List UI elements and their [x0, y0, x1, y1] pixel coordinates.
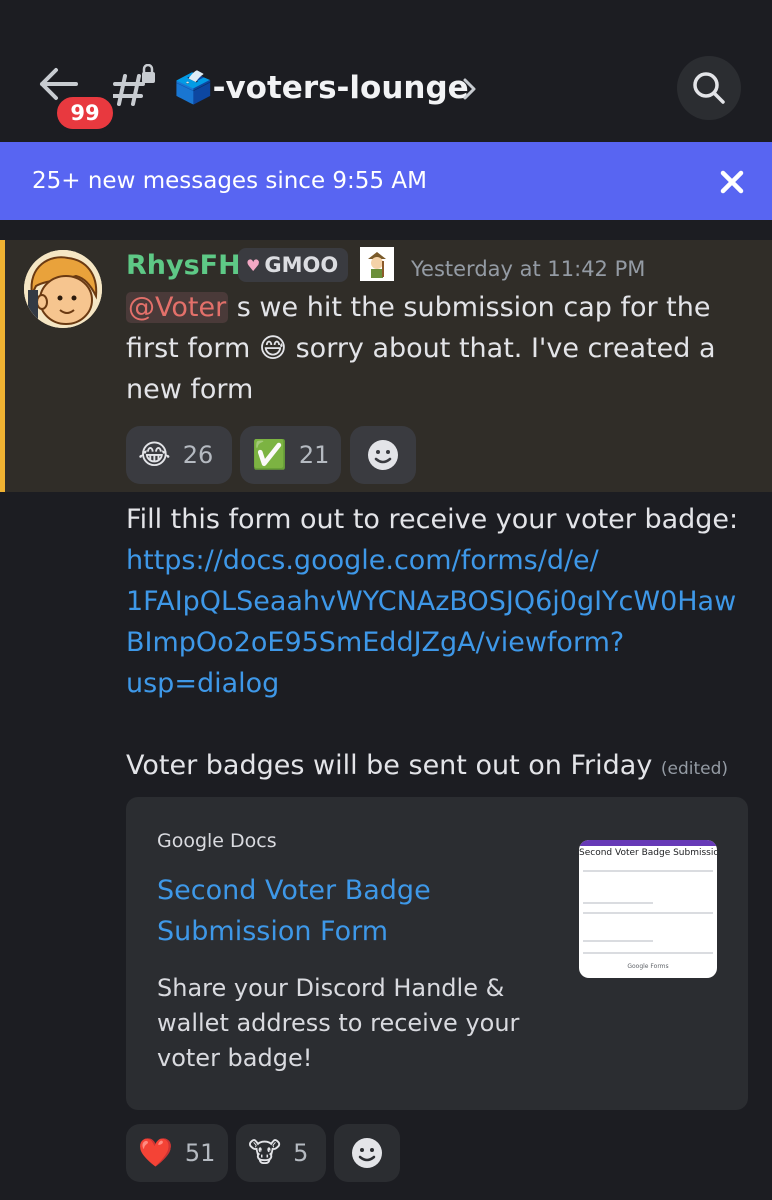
author-name[interactable]: RhysFH — [126, 250, 241, 282]
message-followup: Fill this form out to receive your voter… — [126, 499, 766, 704]
reaction-check[interactable]: ✅ 21 — [240, 426, 341, 484]
message-footer-line: Voter badges will be sent out on Friday … — [126, 745, 728, 790]
avatar[interactable] — [24, 250, 102, 328]
reaction-heart[interactable]: ❤️ 51 — [126, 1124, 228, 1182]
add-reaction-icon — [352, 1138, 382, 1168]
thumbnail-divider — [583, 952, 713, 954]
embed-title[interactable]: Second Voter Badge Submission Form — [157, 870, 457, 952]
reaction-count: 26 — [182, 441, 214, 469]
role-icon[interactable] — [360, 247, 394, 281]
message-body-line: Fill this form out to receive your voter… — [126, 504, 739, 535]
thumbnail-divider — [583, 912, 713, 914]
channel-hash-lock-icon — [113, 64, 155, 106]
check-emoji-icon: ✅ — [252, 438, 287, 471]
unread-badge: 99 — [53, 93, 117, 133]
reaction-count: 51 — [184, 1139, 216, 1167]
guild-tag-label: GMOO — [264, 253, 339, 277]
heart-emoji-icon: ❤️ — [138, 1136, 173, 1169]
reaction-cow[interactable]: 🐮 5 — [236, 1124, 326, 1182]
message-text: @Voter s we hit the submission cap for t… — [126, 287, 746, 410]
embed-provider: Google Docs — [157, 830, 277, 852]
joy-emoji-icon: 😂 — [138, 438, 171, 471]
edited-label: (edited) — [660, 759, 729, 779]
form-link-line[interactable]: 1FAIpQLSeaahvWYCNAzBOSJQ6j0gIYcW0Haw — [126, 581, 766, 622]
footer-text: Voter badges will be sent out on Friday — [126, 750, 653, 781]
embed-thumbnail[interactable]: Second Voter Badge Submission Form Googl… — [579, 840, 717, 978]
search-button[interactable] — [677, 56, 741, 120]
reaction-joy[interactable]: 😂 26 — [126, 426, 232, 484]
user-mention[interactable]: @Voter — [126, 292, 229, 323]
new-messages-bar[interactable]: 25+ new messages since 9:55 AM — [0, 142, 772, 220]
mention-highlight-bar — [0, 240, 5, 492]
add-reaction-button[interactable] — [350, 426, 416, 484]
thumbnail-divider — [583, 870, 713, 872]
thumbnail-field-line — [583, 940, 653, 942]
form-link-line[interactable]: usp=dialog — [126, 663, 766, 704]
thumbnail-title: Second Voter Badge Submission Form — [579, 848, 717, 858]
cow-emoji-icon: 🐮 — [248, 1136, 282, 1169]
close-icon[interactable] — [718, 168, 746, 196]
add-reaction-icon — [368, 440, 398, 470]
message-timestamp: Yesterday at 11:42 PM — [411, 257, 646, 281]
heart-icon: ♥ — [246, 255, 261, 275]
reaction-count: 21 — [298, 441, 330, 469]
reaction-count: 5 — [293, 1139, 309, 1167]
thumbnail-footer: Google Forms — [627, 963, 669, 970]
guild-tag[interactable]: ♥ GMOO — [238, 248, 349, 282]
thumbnail-header-bar — [579, 840, 717, 846]
add-reaction-button[interactable] — [334, 1124, 400, 1182]
chevron-right-icon[interactable] — [462, 76, 478, 102]
new-messages-text: 25+ new messages since 9:55 AM — [32, 168, 427, 194]
form-link-line[interactable]: https://docs.google.com/forms/d/e/ — [126, 540, 766, 581]
channel-title[interactable]: 🗳️-voters-lounge — [174, 68, 469, 108]
embed-description: Share your Discord Handle & wallet addre… — [157, 974, 520, 1072]
link-embed[interactable]: Google Docs Second Voter Badge Submissio… — [126, 797, 748, 1110]
form-link-line[interactable]: BImpOo2oE95SmEddJZgA/viewform? — [126, 622, 766, 663]
search-icon — [693, 72, 725, 104]
channel-header: 99 🗳️-voters-lounge — [0, 0, 772, 142]
thumbnail-field-line — [583, 902, 653, 904]
